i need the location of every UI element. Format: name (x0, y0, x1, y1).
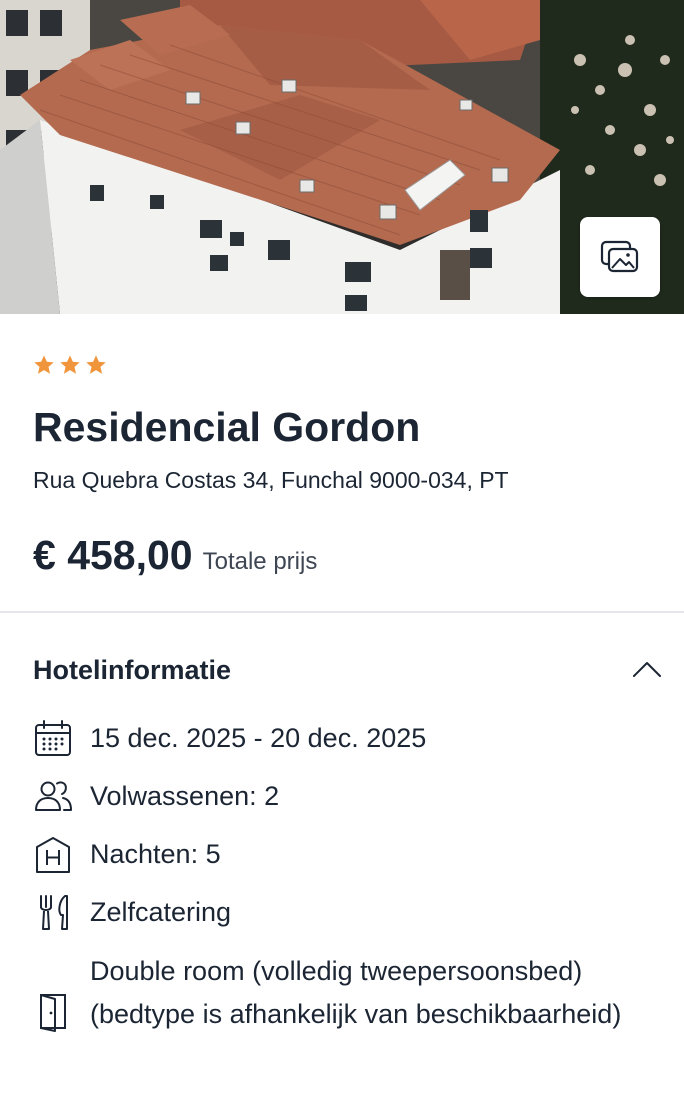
total-price-label: Totale prijs (202, 548, 318, 575)
hotel-address: Rua Quebra Costas 34, Funchal 9000-034, … (33, 467, 509, 493)
chevron-up-icon[interactable] (631, 654, 663, 686)
info-item-text: Nachten: 5 (90, 839, 221, 869)
price-row: € 458,00 Totale prijs (33, 528, 317, 582)
star-rating (33, 354, 107, 376)
info-item-text: Zelfcatering (90, 897, 232, 927)
info-item-text: Volwassenen: 2 (90, 781, 280, 811)
hotel-name: Residencial Gordon (33, 404, 421, 450)
hotel-icon (36, 837, 70, 873)
section-divider (0, 611, 684, 613)
info-item-text: Double room (volledig tweepersoonsbed) (… (90, 956, 622, 1029)
image-gallery-icon (600, 240, 639, 273)
star-icon (60, 355, 80, 374)
hotel-photo[interactable] (0, 0, 684, 314)
door-icon (40, 994, 66, 1032)
info-item-text: 15 dec. 2025 - 20 dec. 2025 (90, 723, 427, 753)
total-price: € 458,00 (33, 532, 193, 578)
gallery-button[interactable] (580, 217, 660, 297)
people-icon (35, 781, 72, 811)
star-icon (34, 355, 54, 374)
calendar-icon (35, 720, 71, 756)
hotel-info-header[interactable]: Hotelinformatie (33, 650, 663, 690)
star-icon (86, 355, 106, 374)
cutlery-icon (40, 895, 68, 930)
hotel-info-title: Hotelinformatie (33, 655, 232, 685)
